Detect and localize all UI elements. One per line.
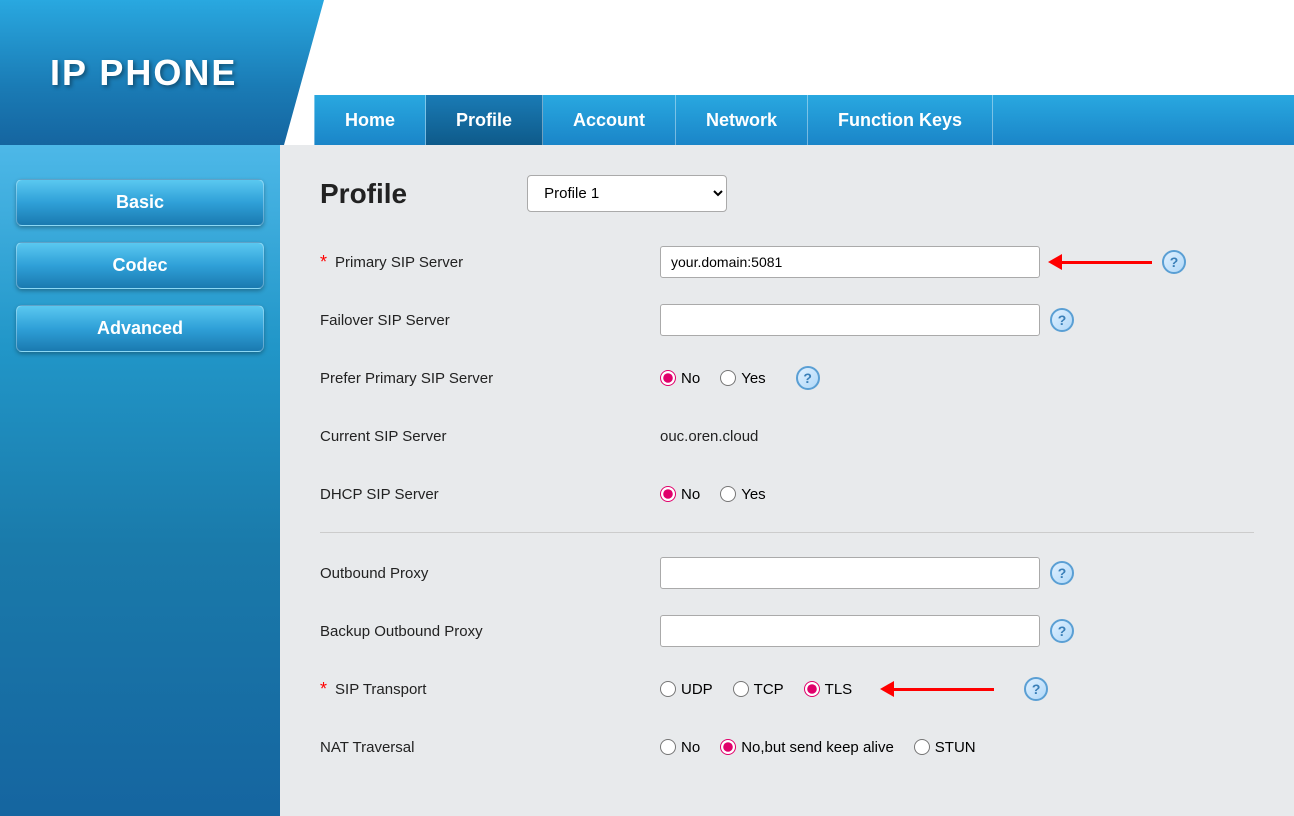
sip-transport-arrow-line — [894, 688, 994, 691]
sip-transport-help-icon[interactable]: ? — [1024, 677, 1048, 701]
sip-transport-options: UDP TCP TLS ? — [660, 677, 1048, 701]
sip-transport-udp[interactable]: UDP — [660, 681, 713, 698]
content-area: Profile Profile 1 Profile 2 Profile 3 Pr… — [280, 145, 1294, 816]
primary-sip-server-label: * Primary SIP Server — [320, 252, 660, 273]
nat-traversal-row: NAT Traversal No No,but send keep alive … — [320, 727, 1254, 767]
dhcp-sip-server-label: DHCP SIP Server — [320, 486, 660, 503]
dhcp-sip-yes[interactable]: Yes — [720, 486, 765, 503]
backup-outbound-proxy-input[interactable] — [660, 615, 1040, 647]
current-sip-server-row: Current SIP Server ouc.oren.cloud — [320, 416, 1254, 456]
prefer-primary-sip-yes[interactable]: Yes — [720, 370, 765, 387]
sip-transport-row: * SIP Transport UDP TCP TLS ? — [320, 669, 1254, 709]
sip-transport-tls[interactable]: TLS — [804, 681, 853, 698]
header: IP PHONE Home Profile Account Network Fu… — [0, 0, 1294, 145]
prefer-primary-sip-label: Prefer Primary SIP Server — [320, 370, 660, 387]
sip-transport-required: * — [320, 679, 327, 700]
primary-sip-arrow-annotation — [1048, 254, 1152, 270]
content-header: Profile Profile 1 Profile 2 Profile 3 Pr… — [320, 175, 1254, 212]
prefer-primary-sip-no[interactable]: No — [660, 370, 700, 387]
nat-traversal-keep-alive[interactable]: No,but send keep alive — [720, 739, 894, 756]
nat-traversal-no[interactable]: No — [660, 739, 700, 756]
nav-function-keys[interactable]: Function Keys — [808, 95, 993, 145]
outbound-proxy-input[interactable] — [660, 557, 1040, 589]
outbound-proxy-label: Outbound Proxy — [320, 565, 660, 582]
dhcp-sip-server-options: No Yes — [660, 486, 766, 503]
sidebar-item-advanced[interactable]: Advanced — [16, 305, 264, 352]
nat-traversal-options: No No,but send keep alive STUN — [660, 739, 976, 756]
nav-account[interactable]: Account — [543, 95, 676, 145]
dhcp-sip-server-row: DHCP SIP Server No Yes — [320, 474, 1254, 514]
outbound-proxy-row: Outbound Proxy ? — [320, 553, 1254, 593]
backup-outbound-proxy-row: Backup Outbound Proxy ? — [320, 611, 1254, 651]
prefer-primary-sip-row: Prefer Primary SIP Server No Yes ? — [320, 358, 1254, 398]
nav-network[interactable]: Network — [676, 95, 808, 145]
page-title: Profile — [320, 178, 407, 210]
sip-transport-arrow-annotation — [880, 681, 994, 697]
main-container: Basic Codec Advanced Profile Profile 1 P… — [0, 145, 1294, 816]
current-sip-server-label: Current SIP Server — [320, 428, 660, 445]
failover-sip-help-icon[interactable]: ? — [1050, 308, 1074, 332]
required-indicator: * — [320, 252, 327, 273]
prefer-primary-sip-options: No Yes ? — [660, 366, 820, 390]
failover-sip-server-input[interactable] — [660, 304, 1040, 336]
nav-profile[interactable]: Profile — [426, 95, 543, 145]
current-sip-server-value: ouc.oren.cloud — [660, 428, 758, 445]
sip-transport-label: * SIP Transport — [320, 679, 660, 700]
arrow-line — [1062, 261, 1152, 264]
divider — [320, 532, 1254, 533]
sidebar-item-codec[interactable]: Codec — [16, 242, 264, 289]
profile-select[interactable]: Profile 1 Profile 2 Profile 3 Profile 4 — [527, 175, 727, 212]
dhcp-sip-no[interactable]: No — [660, 486, 700, 503]
primary-sip-help-icon[interactable]: ? — [1162, 250, 1186, 274]
arrow-head — [1048, 254, 1062, 270]
failover-sip-server-row: Failover SIP Server ? — [320, 300, 1254, 340]
prefer-primary-sip-help-icon[interactable]: ? — [796, 366, 820, 390]
sip-transport-tcp[interactable]: TCP — [733, 681, 784, 698]
nav-home[interactable]: Home — [314, 95, 426, 145]
failover-sip-server-label: Failover SIP Server — [320, 312, 660, 329]
sidebar-item-basic[interactable]: Basic — [16, 179, 264, 226]
navigation-bar: Home Profile Account Network Function Ke… — [314, 95, 1294, 145]
sip-transport-arrow-head — [880, 681, 894, 697]
backup-outbound-proxy-help-icon[interactable]: ? — [1050, 619, 1074, 643]
sidebar: Basic Codec Advanced — [0, 145, 280, 816]
primary-sip-server-row: * Primary SIP Server ? — [320, 242, 1254, 282]
primary-sip-server-input[interactable] — [660, 246, 1040, 278]
outbound-proxy-help-icon[interactable]: ? — [1050, 561, 1074, 585]
nat-traversal-stun[interactable]: STUN — [914, 739, 976, 756]
app-logo: IP PHONE — [0, 52, 237, 94]
backup-outbound-proxy-label: Backup Outbound Proxy — [320, 623, 660, 640]
nat-traversal-label: NAT Traversal — [320, 739, 660, 756]
